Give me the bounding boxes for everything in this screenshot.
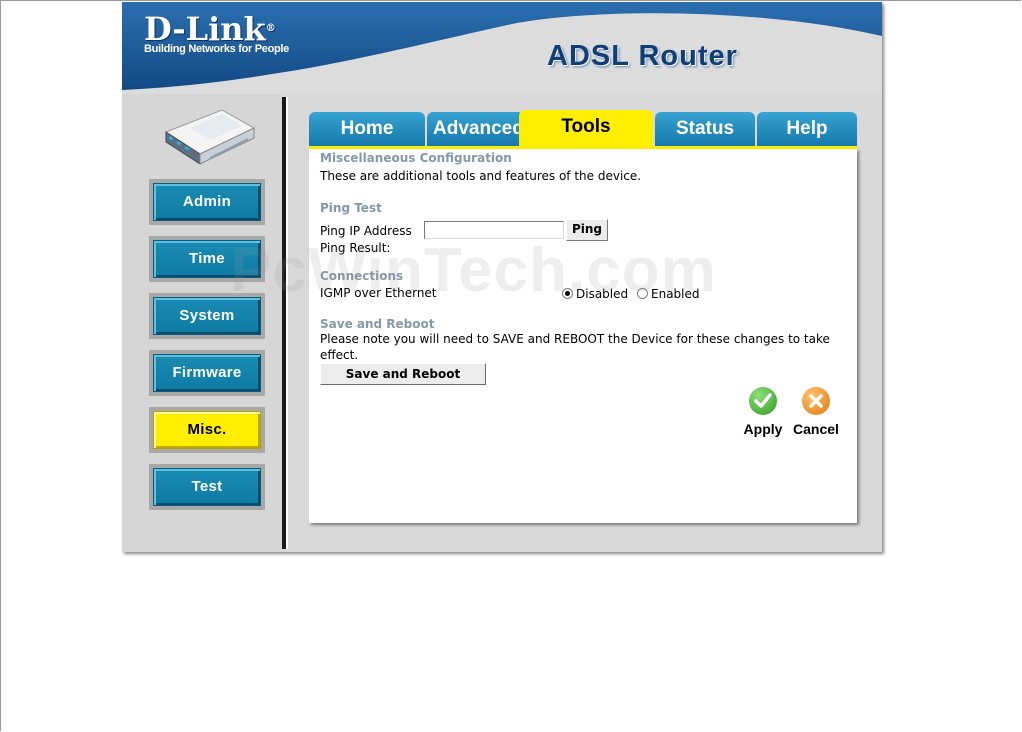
ping-section-title: Ping Test [320,201,382,215]
igmp-disabled-option[interactable]: Disabled [562,287,628,301]
tab-help[interactable]: Help [757,112,857,146]
sidebar-item-label: Misc. [187,421,227,438]
main-tabs: Home Advanced Tools Status Help [309,110,857,148]
dlink-logo: D-Link® Building Networks for People [144,12,289,55]
tab-label: Help [786,118,828,139]
sidebar-item-misc[interactable]: Misc. [149,407,265,453]
sidebar-item-firmware[interactable]: Firmware [149,350,265,396]
sidebar: Admin Time System Firmware Misc. Test [122,94,282,552]
page-description: These are additional tools and features … [320,169,642,183]
sidebar-item-label: Time [189,250,225,267]
igmp-enabled-label: Enabled [651,287,700,301]
cancel-x-icon [802,387,830,415]
igmp-label: IGMP over Ethernet [320,286,437,300]
apply-label: Apply [743,421,783,437]
igmp-enabled-radio[interactable] [637,288,648,299]
checkmark-icon [749,387,777,415]
tab-status[interactable]: Status [655,112,755,146]
header-banner: D-Link® Building Networks for People ADS… [122,2,882,94]
page-title: Miscellaneous Configuration [320,151,512,165]
sidebar-divider [282,97,288,549]
router-icon [164,109,256,165]
product-title: ADSL Router [547,40,738,72]
save-section-title: Save and Reboot [320,317,435,331]
sidebar-item-label: Firmware [172,364,242,381]
tab-label: Advanced [433,118,524,139]
cancel-button[interactable]: Cancel [791,387,841,437]
registered-mark: ® [265,23,276,34]
igmp-enabled-option[interactable]: Enabled [637,287,700,301]
tab-tools[interactable]: Tools [519,110,653,146]
sidebar-item-admin[interactable]: Admin [149,179,265,225]
cancel-label: Cancel [793,421,839,437]
ping-button[interactable]: Ping [566,219,608,241]
igmp-disabled-label: Disabled [576,287,629,301]
content-panel: Miscellaneous Configuration These are ad… [309,149,857,523]
sidebar-item-system[interactable]: System [149,293,265,339]
save-note-continued: effect. [320,348,359,362]
router-config-app: D-Link® Building Networks for People ADS… [122,2,882,552]
sidebar-item-label: Test [191,478,223,495]
connections-section-title: Connections [320,269,404,283]
save-reboot-button[interactable]: Save and Reboot [320,363,486,385]
save-note: Please note you will need to SAVE and RE… [320,332,830,346]
tab-label: Home [340,118,394,139]
ping-result-label: Ping Result: [320,241,391,255]
igmp-disabled-radio[interactable] [562,288,573,299]
tab-advanced[interactable]: Advanced [427,112,525,146]
ping-ip-label: Ping IP Address [320,224,412,238]
ping-ip-input[interactable] [424,221,564,239]
apply-button[interactable]: Apply [741,387,785,437]
brand-tagline: Building Networks for People [144,43,290,55]
sidebar-item-test[interactable]: Test [149,464,265,510]
tab-label: Status [675,118,735,139]
sidebar-item-label: System [179,307,235,324]
tab-home[interactable]: Home [309,112,425,146]
tab-label: Tools [561,116,611,137]
sidebar-item-label: Admin [182,193,232,210]
sidebar-item-time[interactable]: Time [149,236,265,282]
